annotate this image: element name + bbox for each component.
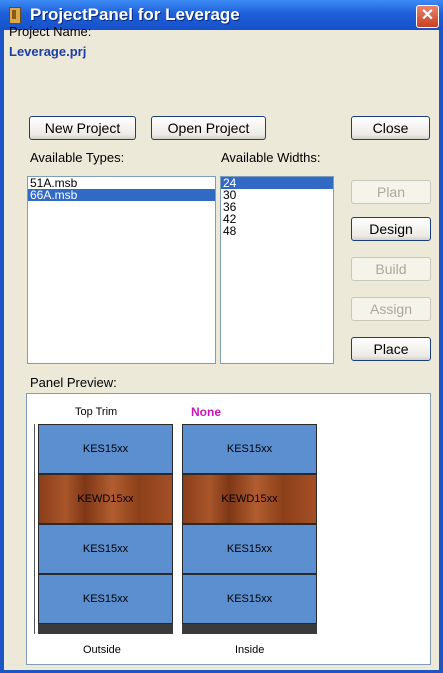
outside-panel-2: KEWD15xx (38, 474, 173, 524)
widths-list-item-selected[interactable]: 24 (221, 177, 333, 189)
top-trim-none-label: None (191, 405, 221, 419)
outside-column: KES15xx KEWD15xx KES15xx KES15xx (38, 424, 173, 634)
window-title: ProjectPanel for Leverage (30, 5, 240, 24)
project-panel-window: ProjectPanel for Leverage ✕ Project Name… (0, 0, 443, 673)
inside-panel-1: KES15xx (182, 424, 317, 474)
inside-panel-2: KEWD15xx (182, 474, 317, 524)
widths-list-item[interactable]: 48 (221, 225, 333, 237)
build-button[interactable]: Build (351, 257, 431, 281)
outside-panel-4: KES15xx (38, 574, 173, 624)
top-trim-label: Top Trim (75, 406, 118, 418)
project-name-value: Leverage.prj (9, 44, 87, 59)
assign-button[interactable]: Assign (351, 297, 431, 321)
inside-panel-4: KES15xx (182, 574, 317, 624)
available-widths-label: Available Widths: (221, 150, 321, 165)
design-button[interactable]: Design (351, 217, 431, 241)
types-listbox[interactable]: 51A.msb 66A.msb (27, 176, 216, 364)
panel-preview-canvas: Top Trim None KES15xx KEWD15xx KES15xx K… (26, 393, 431, 665)
types-list-item-selected[interactable]: 66A.msb (28, 189, 215, 201)
widths-list-item[interactable]: 30 (221, 189, 333, 201)
project-name-label: Project Name: (9, 24, 92, 39)
place-button[interactable]: Place (351, 337, 431, 361)
inside-label: Inside (235, 644, 265, 656)
inside-column: KES15xx KEWD15xx KES15xx KES15xx (182, 424, 317, 634)
panel-preview-label: Panel Preview: (30, 375, 117, 390)
preview-left-edge (34, 424, 35, 634)
outside-label: Outside (83, 644, 121, 656)
open-project-button[interactable]: Open Project (151, 116, 266, 140)
widths-list-item[interactable]: 42 (221, 213, 333, 225)
outside-panel-3: KES15xx (38, 524, 173, 574)
close-button[interactable]: Close (351, 116, 430, 140)
new-project-button[interactable]: New Project (29, 116, 136, 140)
app-icon (9, 7, 21, 24)
widths-list-item[interactable]: 36 (221, 201, 333, 213)
outside-panel-1: KES15xx (38, 424, 173, 474)
available-types-label: Available Types: (30, 150, 125, 165)
close-window-icon[interactable]: ✕ (416, 5, 439, 28)
inside-panel-3: KES15xx (182, 524, 317, 574)
plan-button[interactable]: Plan (351, 180, 431, 204)
widths-listbox[interactable]: 24 30 36 42 48 (220, 176, 334, 364)
